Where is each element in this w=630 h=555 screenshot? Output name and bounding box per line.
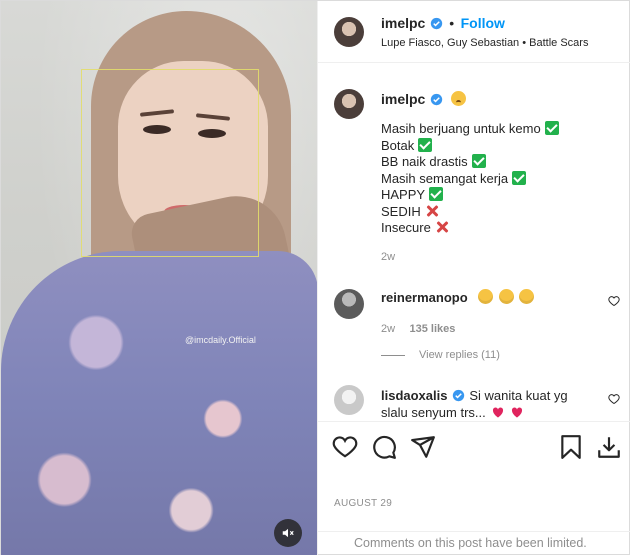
caption-username[interactable]: imelpc <box>381 91 425 107</box>
post-video[interactable]: @imcdaily.Official <box>1 1 317 555</box>
caption-line: HAPPY <box>381 187 559 204</box>
avatar[interactable] <box>333 17 364 47</box>
red-heart-icon <box>493 407 504 418</box>
like-heart-icon[interactable] <box>332 434 358 460</box>
header-username[interactable]: imelpc <box>381 15 425 31</box>
cross-mark-icon <box>435 220 449 234</box>
comment-icon[interactable] <box>371 434 397 460</box>
view-replies-button[interactable]: View replies (11) <box>380 349 500 361</box>
face-tracking-box <box>81 69 259 257</box>
caption-line: BB naik drastis <box>381 154 559 171</box>
verified-badge-icon <box>430 17 442 30</box>
caption-timestamp[interactable]: 2w <box>381 251 395 263</box>
post-date[interactable]: AUGUST 29 <box>334 498 392 509</box>
video-watermark: @imcdaily.Official <box>185 335 256 345</box>
comment-text: Si wanita kuat yg <box>469 388 568 403</box>
view-replies-label: View replies (11) <box>418 349 500 361</box>
comment-username[interactable]: lisdaoxalis <box>381 388 447 403</box>
check-mark-icon <box>418 137 433 152</box>
comment-timestamp[interactable]: 2w <box>381 323 395 335</box>
commenter-avatar[interactable] <box>333 289 364 319</box>
audio-track[interactable]: Lupe Fiasco, Guy Sebastian • Battle Scar… <box>381 37 588 49</box>
caption-line: Insecure <box>381 220 559 237</box>
commenter-avatar[interactable] <box>333 385 364 415</box>
check-mark-icon <box>544 121 559 135</box>
replies-divider <box>380 354 405 356</box>
comments-limited-notice: Comments on this post have been limited. <box>317 531 630 555</box>
caption-text: Masih berjuang untuk kemo Botak BB naik … <box>381 121 559 237</box>
hugging-face-icon <box>498 289 514 304</box>
hugging-face-icon <box>478 289 494 304</box>
bookmark-icon[interactable] <box>558 434 584 460</box>
action-bar: AUGUST 29 <box>317 421 630 531</box>
red-heart-icon <box>511 407 522 418</box>
caption-line: Masih semangat kerja <box>381 170 559 188</box>
comment-text-continued: slalu senyum trs... <box>380 405 486 420</box>
download-icon[interactable] <box>596 434 622 460</box>
comment-likes[interactable]: 135 likes <box>410 323 456 335</box>
sad-face-icon <box>451 91 467 106</box>
caption-line: Botak <box>381 137 559 155</box>
verified-badge-icon <box>430 93 442 106</box>
mute-button[interactable] <box>274 519 302 547</box>
comments-limited-text: Comments on this post have been limited. <box>353 536 587 550</box>
hugging-face-icon <box>519 289 535 304</box>
share-icon[interactable] <box>410 434 436 460</box>
post-side-panel: imelpc • Follow Lupe Fiasco, Guy Sebasti… <box>316 1 630 555</box>
comment-like-heart-icon[interactable] <box>608 295 620 307</box>
caption-line: SEDIH <box>381 204 559 221</box>
floral-garment <box>1 251 317 555</box>
post-header: imelpc • Follow Lupe Fiasco, Guy Sebasti… <box>317 1 630 63</box>
caption-avatar[interactable] <box>333 89 364 119</box>
follow-button[interactable]: Follow <box>461 15 505 31</box>
comment-like-heart-icon[interactable] <box>608 393 620 405</box>
comments-section: imelpc Masih berjuang untuk kemo Botak B… <box>318 63 630 421</box>
comment-username[interactable]: reinermanopo <box>381 290 468 305</box>
check-mark-icon <box>429 187 444 201</box>
speaker-muted-icon <box>282 528 294 538</box>
cross-mark-icon <box>425 204 439 218</box>
check-mark-icon <box>512 170 527 185</box>
check-mark-icon <box>471 154 486 168</box>
instagram-post: @imcdaily.Official imelpc • Follow Lupe … <box>0 0 630 555</box>
verified-badge-icon <box>452 389 465 402</box>
caption-line: Masih berjuang untuk kemo <box>381 121 559 138</box>
